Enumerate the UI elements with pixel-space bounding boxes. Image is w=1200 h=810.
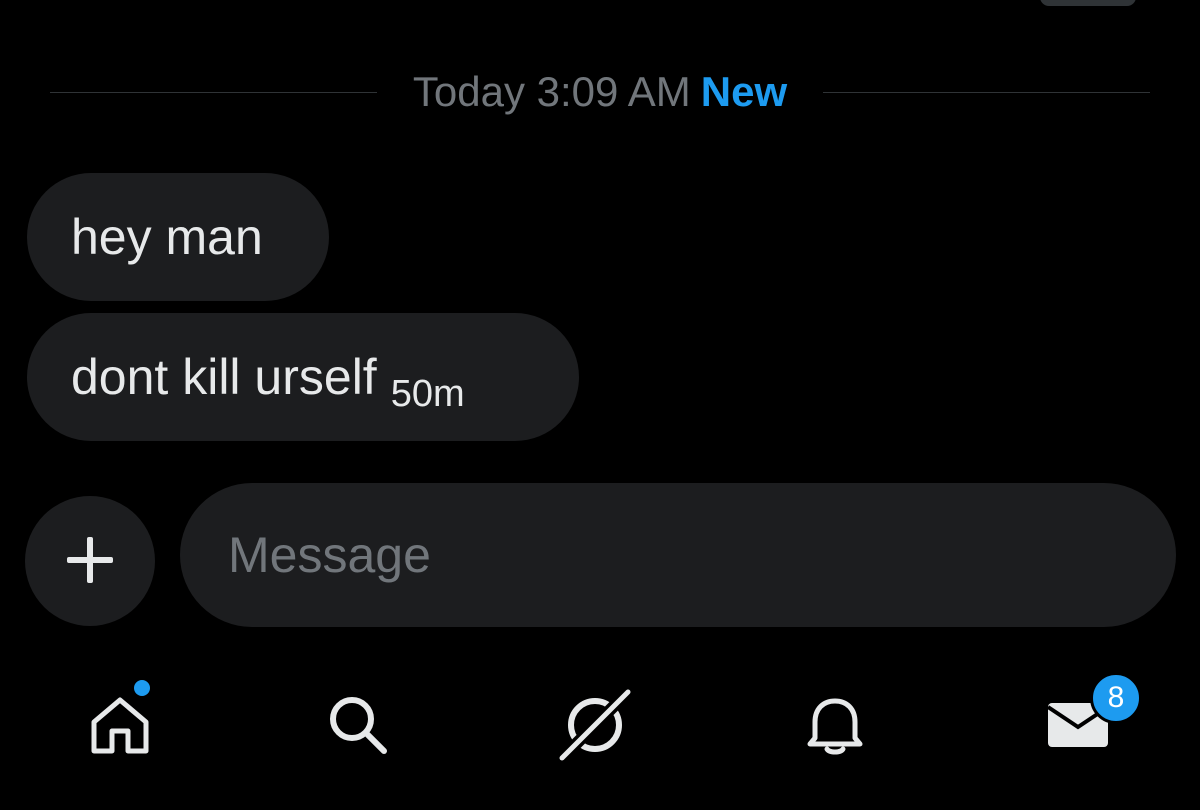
message-bubble[interactable]: hey man — [27, 173, 329, 301]
divider-timestamp: Today 3:09 AM — [412, 68, 691, 115]
nav-home-button[interactable] — [60, 670, 180, 780]
bell-icon — [807, 698, 863, 755]
message-text: hey man — [71, 209, 263, 265]
divider-label: Today 3:09 AM New — [377, 68, 823, 116]
home-icon — [91, 697, 149, 754]
notification-dot — [134, 680, 150, 696]
bottom-nav-bar: 8 — [0, 670, 1200, 790]
divider-line-right — [823, 91, 1151, 93]
nav-messages-button[interactable]: 8 — [1018, 670, 1142, 780]
message-time: 50m — [390, 373, 465, 415]
unread-count-badge: 8 — [1090, 672, 1142, 724]
nav-notifications-button[interactable] — [775, 670, 895, 780]
top-partial-element — [1040, 0, 1136, 6]
new-messages-label: New — [700, 68, 788, 115]
nav-search-button[interactable] — [298, 670, 418, 780]
plus-icon-vertical — [87, 537, 93, 583]
add-attachment-button[interactable] — [25, 496, 155, 626]
message-input-container[interactable] — [180, 483, 1176, 627]
grok-icon — [557, 687, 633, 763]
message-bubble[interactable]: dont kill urself 50m — [27, 313, 579, 441]
nav-grok-button[interactable] — [535, 670, 655, 780]
divider-line-left — [50, 91, 377, 93]
date-divider: Today 3:09 AM New — [50, 66, 1151, 118]
message-text: dont kill urself — [71, 349, 377, 405]
message-input[interactable] — [228, 526, 1176, 584]
search-icon — [330, 697, 387, 754]
